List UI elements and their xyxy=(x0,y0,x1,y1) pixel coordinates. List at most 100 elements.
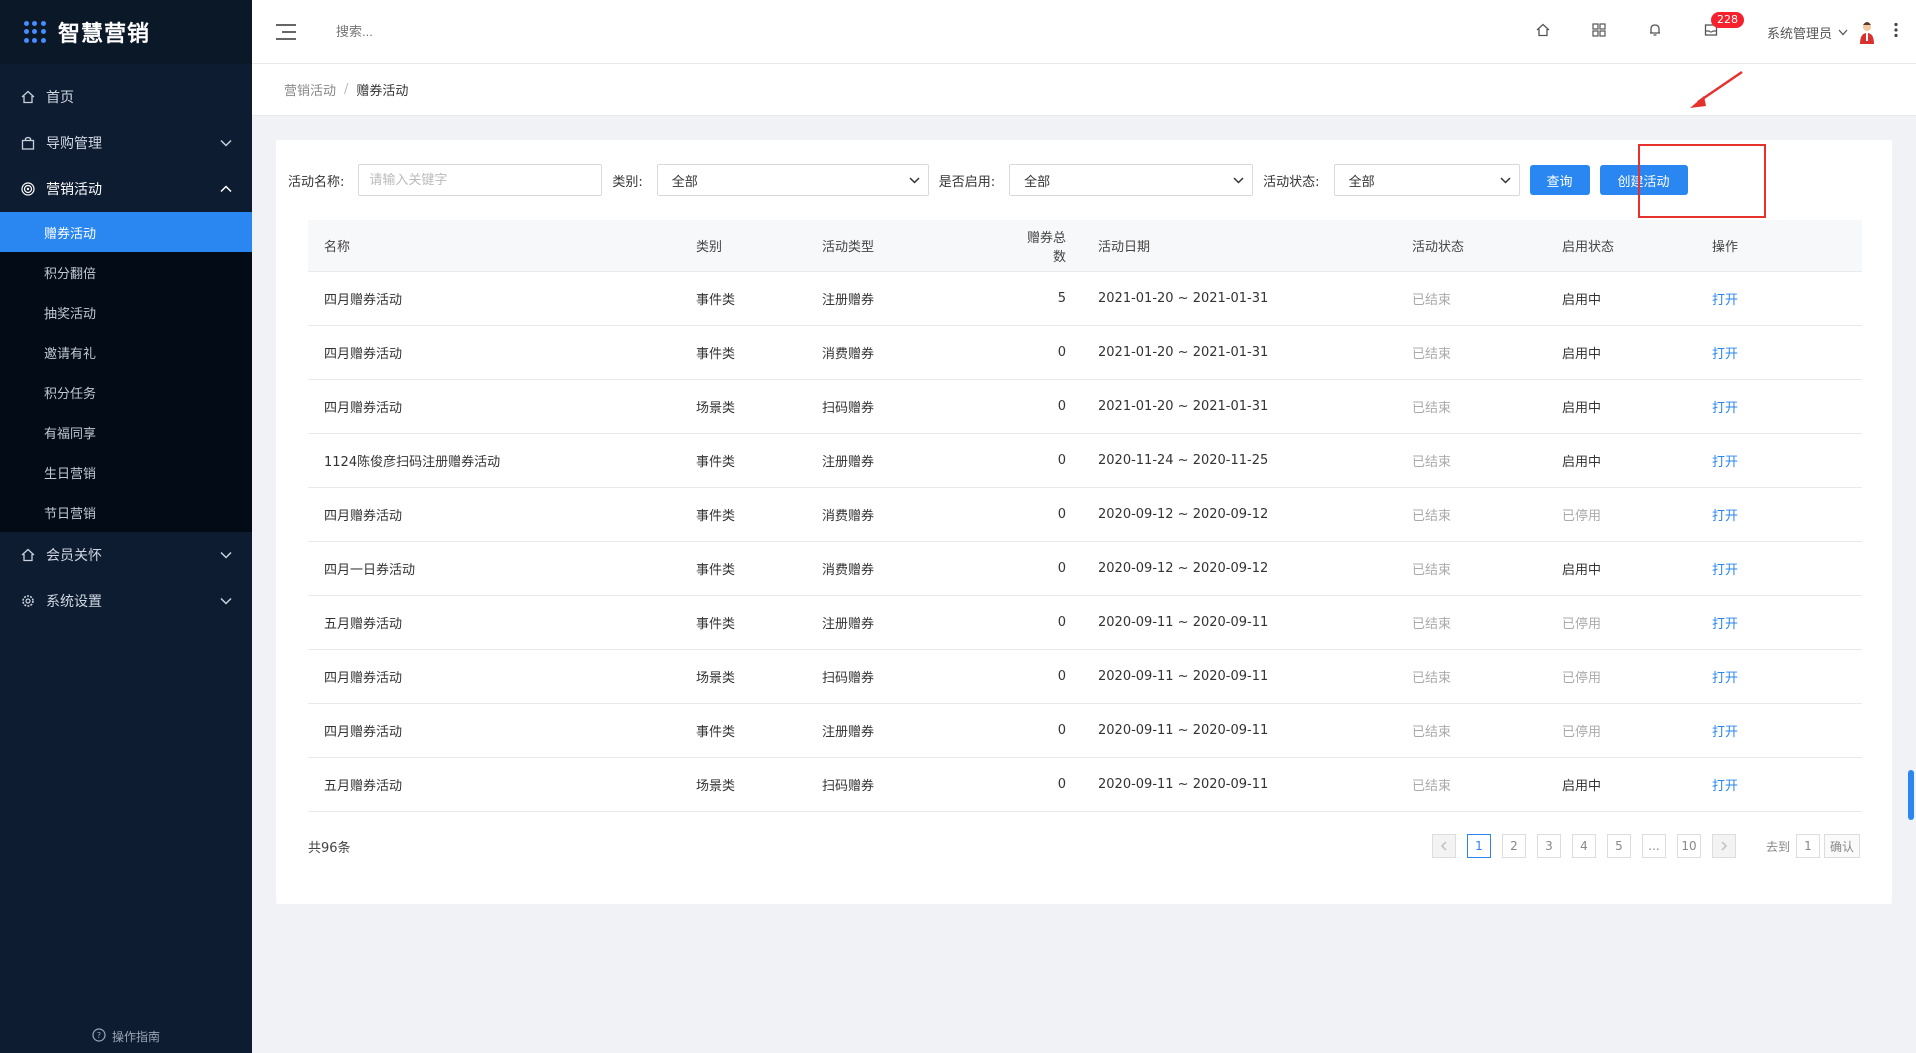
open-link[interactable]: 打开 xyxy=(1696,451,1862,470)
sidebar-item-invite[interactable]: 邀请有礼 xyxy=(0,332,252,372)
breadcrumb-parent[interactable]: 营销活动 xyxy=(284,80,336,99)
chevron-down-icon xyxy=(1838,25,1848,40)
cell-activity-status: 已结束 xyxy=(1412,725,1452,740)
sidebar-item-share[interactable]: 有福同享 xyxy=(0,412,252,452)
chevron-down-icon xyxy=(1500,173,1511,188)
cell-coupon-total: 0 xyxy=(1057,669,1066,684)
open-link[interactable]: 打开 xyxy=(1696,559,1862,578)
sidebar-item-label: 导购管理 xyxy=(46,136,102,152)
sidebar-item-marketing[interactable]: 营销活动 xyxy=(0,166,252,212)
chevron-down-icon xyxy=(909,173,920,188)
cell-coupon-total: 0 xyxy=(1057,507,1066,522)
table-header: 名称 类别 活动类型 赠券总数 活动日期 活动状态 启用状态 操作 xyxy=(308,220,1862,272)
category-select-value: 全部 xyxy=(671,174,698,190)
sidebar-item-lottery[interactable]: 抽奖活动 xyxy=(0,292,252,332)
cell-type: 注册赠券 xyxy=(822,455,875,470)
page-button[interactable]: 3 xyxy=(1536,834,1561,858)
activity-table: 名称 类别 活动类型 赠券总数 活动日期 活动状态 启用状态 操作 四月赠券活动 事件类 注册赠券… xyxy=(308,220,1862,812)
open-link[interactable]: 打开 xyxy=(1696,343,1862,362)
open-link[interactable]: 打开 xyxy=(1696,289,1862,308)
cell-category: 事件类 xyxy=(696,617,736,632)
sidebar-item-holiday[interactable]: 节日营销 xyxy=(0,492,252,532)
column-header-category: 类别 xyxy=(696,240,723,255)
svg-text:?: ? xyxy=(97,1031,101,1040)
goto-confirm-button[interactable]: 确认 xyxy=(1824,834,1860,858)
cell-name: 五月赠券活动 xyxy=(324,617,403,632)
cell-type: 注册赠券 xyxy=(822,617,875,632)
cell-type: 注册赠券 xyxy=(822,725,875,740)
cell-name: 四月赠券活动 xyxy=(324,401,403,416)
user-menu[interactable]: 系统管理员 xyxy=(1767,20,1876,44)
sidebar-item-double-points[interactable]: 积分翻倍 xyxy=(0,252,252,292)
operation-guide-link[interactable]: ? 操作指南 xyxy=(0,1028,252,1045)
apps-button[interactable] xyxy=(1571,0,1627,64)
open-link[interactable]: 打开 xyxy=(1696,667,1862,686)
open-link[interactable]: 打开 xyxy=(1696,775,1862,794)
chevron-down-icon xyxy=(220,547,232,563)
cell-name: 四月一日券活动 xyxy=(324,563,416,578)
open-link[interactable]: 打开 xyxy=(1696,505,1862,524)
next-page-button[interactable] xyxy=(1711,834,1736,858)
sidebar-item-points-task[interactable]: 积分任务 xyxy=(0,372,252,412)
sidebar-item-coupon-activity[interactable]: 赠券活动 xyxy=(0,212,252,252)
status-select[interactable]: 全部 xyxy=(1333,164,1520,196)
column-header-enabled-status: 启用状态 xyxy=(1562,240,1615,255)
cell-category: 事件类 xyxy=(696,293,736,308)
cell-date: 2020-09-12 ~ 2020-09-12 xyxy=(1098,561,1269,576)
table-row: 五月赠券活动 场景类 扫码赠券 0 2020-09-11 ~ 2020-09-11 已结束… xyxy=(308,758,1862,812)
home-icon xyxy=(20,89,36,105)
menu-toggle-icon[interactable] xyxy=(276,23,296,40)
messages-button[interactable]: 228 xyxy=(1683,0,1744,64)
app-logo[interactable]: 智慧营销 xyxy=(0,0,252,64)
cell-enabled-status: 已停用 xyxy=(1562,671,1602,686)
cell-name: 五月赠券活动 xyxy=(324,779,403,794)
cell-enabled-status: 启用中 xyxy=(1562,401,1602,416)
page-button[interactable]: 5 xyxy=(1606,834,1631,858)
open-link[interactable]: 打开 xyxy=(1696,613,1862,632)
cell-type: 扫码赠券 xyxy=(822,779,875,794)
cell-coupon-total: 0 xyxy=(1057,561,1066,576)
scrollbar-thumb[interactable] xyxy=(1908,770,1914,820)
goto-page-input[interactable]: 1 xyxy=(1796,834,1820,858)
search-input[interactable] xyxy=(336,24,536,39)
sidebar-item-birthday[interactable]: 生日营销 xyxy=(0,452,252,492)
home-button[interactable] xyxy=(1515,0,1571,64)
cell-category: 事件类 xyxy=(696,455,736,470)
breadcrumb-separator: / xyxy=(344,82,349,97)
breadcrumb: 营销活动 / 赠券活动 xyxy=(252,64,1916,116)
notifications-button[interactable] xyxy=(1627,0,1683,64)
cell-activity-status: 已结束 xyxy=(1412,455,1452,470)
target-icon xyxy=(20,181,36,197)
sidebar-item-member-care[interactable]: 会员关怀 xyxy=(0,532,252,578)
open-link[interactable]: 打开 xyxy=(1696,397,1862,416)
apps-grid-icon xyxy=(24,21,46,43)
table-row: 四月赠券活动 场景类 扫码赠券 0 2021-01-20 ~ 2021-01-31 已结束… xyxy=(308,380,1862,434)
sidebar-item-home[interactable]: 首页 xyxy=(0,74,252,120)
page-button[interactable]: 10 xyxy=(1676,834,1701,858)
page-button[interactable]: 1 xyxy=(1466,834,1491,858)
more-vertical-icon xyxy=(1894,22,1898,42)
page-button[interactable]: 2 xyxy=(1501,834,1526,858)
table-row: 四月赠券活动 场景类 扫码赠券 0 2020-09-11 ~ 2020-09-11 已结束… xyxy=(308,650,1862,704)
query-button[interactable]: 查询 xyxy=(1529,165,1590,195)
cell-category: 事件类 xyxy=(696,509,736,524)
category-select[interactable]: 全部 xyxy=(656,164,929,196)
sidebar-item-guide-management[interactable]: 导购管理 xyxy=(0,120,252,166)
page-button[interactable]: 4 xyxy=(1571,834,1596,858)
enabled-select[interactable]: 全部 xyxy=(1009,164,1254,196)
sidebar-item-settings[interactable]: 系统设置 xyxy=(0,578,252,624)
cell-category: 场景类 xyxy=(696,779,736,794)
prev-page-button[interactable] xyxy=(1431,834,1456,858)
highlight-box xyxy=(1638,144,1766,218)
cell-type: 消费赠券 xyxy=(822,347,875,362)
more-options-button[interactable] xyxy=(1876,22,1916,42)
grid-icon xyxy=(1591,22,1607,42)
cell-type: 消费赠券 xyxy=(822,509,875,524)
name-filter-input[interactable] xyxy=(358,164,603,196)
table-body: 四月赠券活动 事件类 注册赠券 5 2021-01-20 ~ 2021-01-31 已结束… xyxy=(308,272,1862,812)
bag-icon xyxy=(20,135,36,151)
cell-name: 四月赠券活动 xyxy=(324,347,403,362)
cell-coupon-total: 0 xyxy=(1057,399,1066,414)
page-button[interactable]: ... xyxy=(1641,834,1666,858)
open-link[interactable]: 打开 xyxy=(1696,721,1862,740)
